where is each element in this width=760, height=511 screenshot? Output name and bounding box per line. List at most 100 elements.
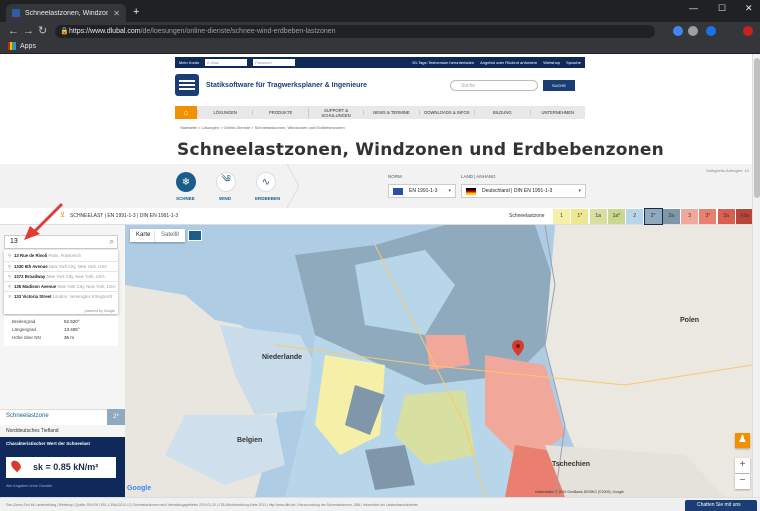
annotation-arrow-icon bbox=[24, 202, 64, 240]
german-flag-icon bbox=[466, 188, 476, 195]
password-field[interactable]: Passwort bbox=[253, 59, 296, 66]
suggestion-item[interactable]: ⚲ 1372 Broadway New York City, New York, … bbox=[4, 271, 118, 281]
zone-chip[interactable]: 2 bbox=[626, 209, 644, 224]
reload-icon[interactable]: ↻ bbox=[38, 24, 47, 38]
site-search-button[interactable]: SUCHE bbox=[543, 80, 575, 91]
menu-item-news[interactable]: NEWS & TERMINE bbox=[363, 110, 418, 115]
minimize-icon[interactable]: — bbox=[689, 3, 698, 13]
map-type-map[interactable]: Karte bbox=[130, 229, 157, 242]
brand-tagline: Statiksoftware für Tragwerksplaner & Ing… bbox=[206, 82, 368, 89]
breadcrumb[interactable]: Startseite > Lösungen > Online-Dienste >… bbox=[180, 125, 345, 130]
zone-chip[interactable]: >3a bbox=[736, 209, 753, 224]
land-label: LAND | ANHANG bbox=[461, 174, 496, 179]
forward-icon[interactable]: → bbox=[23, 24, 34, 38]
earthquake-label: ERDBEBEN bbox=[255, 196, 281, 201]
close-tab-icon[interactable]: ✕ bbox=[113, 9, 120, 18]
language-select[interactable]: Sprache bbox=[566, 60, 581, 65]
place-pin-icon: ⚲ bbox=[8, 253, 12, 258]
chevron-down-icon: ▾ bbox=[448, 188, 451, 194]
trial-link[interactable]: 90-Tage-Testversion herunterladen bbox=[412, 60, 474, 65]
browser-tab[interactable]: Schneelastzonen, Windzonen und ✕ bbox=[6, 4, 126, 22]
zone-chip[interactable]: 1a* bbox=[607, 209, 625, 224]
star-icon[interactable] bbox=[673, 26, 683, 36]
zone-chip[interactable]: 3* bbox=[699, 209, 717, 224]
callback-link[interactable]: Angebot oder Rückruf anfordern bbox=[480, 60, 537, 65]
earthquake-button[interactable]: ∿ bbox=[256, 172, 276, 192]
page-scrollbar[interactable] bbox=[752, 54, 760, 497]
land-select[interactable]: Deutschland | DIN EN 1991-1-3 ▾ bbox=[461, 184, 586, 198]
footer-status-bar: Geo-Zonen-Tool für Lastermittlung | Webs… bbox=[0, 497, 760, 511]
snow-button[interactable]: ❄ bbox=[176, 172, 196, 192]
apps-bookmark[interactable]: Apps bbox=[8, 42, 36, 50]
browser-toolbar: ← → ↻ 🔒 https://www.dlubal.com/de/loesun… bbox=[0, 22, 760, 40]
fullscreen-icon[interactable] bbox=[188, 230, 202, 241]
extension-icon[interactable] bbox=[688, 26, 698, 36]
longitude-label: Längengrad bbox=[12, 327, 37, 332]
zone-chip[interactable]: 2a bbox=[662, 209, 680, 224]
suggestion-item[interactable]: ⚲ 133 Victoria Street London, Vereinigtes… bbox=[4, 291, 118, 301]
norm-select[interactable]: EN 1991-1-3 ▾ bbox=[388, 184, 456, 198]
suggestion-item[interactable]: ⚲ 13 Rue de Rivoli Paris, Frankreich bbox=[4, 251, 118, 261]
site-topbar: Mein Konto E-Mail Passwort 90-Tage-Testv… bbox=[175, 57, 585, 68]
chevron-divider bbox=[286, 164, 300, 208]
powered-by-google: powered by Google bbox=[84, 309, 115, 313]
eu-flag-icon bbox=[393, 188, 403, 195]
search-icon[interactable]: ⌕ bbox=[110, 236, 114, 248]
zoom-in-button[interactable]: + bbox=[735, 458, 750, 473]
zone-chip[interactable]: 1 bbox=[553, 209, 570, 224]
map-svg bbox=[125, 225, 752, 497]
back-icon[interactable]: ← bbox=[8, 24, 19, 38]
menu-item-downloads[interactable]: DOWNLOADS & INFOS bbox=[418, 110, 474, 115]
wind-button[interactable]: ༄ bbox=[216, 172, 236, 192]
zone-chip[interactable]: 1* bbox=[571, 209, 589, 224]
zone-chip[interactable]: 1a bbox=[589, 209, 607, 224]
suggestion-item[interactable]: ⚲ 1330 6th Avenue New York City, New York… bbox=[4, 261, 118, 271]
label-belgien: Belgien bbox=[237, 437, 263, 444]
chat-button[interactable]: Chatten Sie mit uns bbox=[685, 500, 757, 511]
dlubal-logo[interactable] bbox=[175, 74, 199, 96]
menu-item-bildung[interactable]: BILDUNG bbox=[474, 110, 529, 115]
home-icon[interactable]: ⌂ bbox=[175, 106, 197, 119]
land-value: Deutschland | DIN EN 1991-1-3 bbox=[482, 188, 553, 194]
zone-chip[interactable]: 3 bbox=[681, 209, 699, 224]
zoom-out-button[interactable]: − bbox=[735, 474, 750, 489]
menu-item-unternehmen[interactable]: UNTERNEHMEN bbox=[529, 110, 585, 115]
suggestion-item[interactable]: ⚲ 135 Madison Avenue New York City, New Y… bbox=[4, 281, 118, 291]
site-search-input[interactable]: Suche bbox=[450, 80, 538, 91]
new-tab-icon[interactable]: + bbox=[133, 6, 139, 18]
lock-icon: 🔒 bbox=[60, 28, 69, 35]
bookmarks-bar: Apps bbox=[0, 40, 760, 54]
extension-icon-2[interactable] bbox=[706, 26, 716, 36]
address-bar[interactable]: 🔒 https://www.dlubal.com/de/loesungen/on… bbox=[55, 25, 655, 38]
profile-icon[interactable] bbox=[743, 26, 753, 36]
menu-item-support[interactable]: SUPPORT & SCHULUNGEN bbox=[307, 107, 363, 118]
favicon-icon bbox=[12, 9, 20, 17]
menu-item-produkte[interactable]: PRODUKTE bbox=[252, 110, 307, 115]
request-hint: Geltigkeits-Anfragen: 10 bbox=[706, 168, 749, 173]
webshop-link[interactable]: Webshop bbox=[543, 60, 560, 65]
zone-chip[interactable]: 3a bbox=[717, 209, 735, 224]
latitude-label: Breitengrad bbox=[12, 319, 36, 324]
page-title: Schneelastzonen, Windzonen und Erdbebenz… bbox=[177, 140, 664, 160]
maximize-icon[interactable]: ☐ bbox=[718, 3, 726, 14]
close-window-icon[interactable]: ✕ bbox=[745, 3, 753, 14]
zone-chip[interactable]: 2* bbox=[643, 208, 663, 225]
snow-label: SCHNEE bbox=[176, 196, 195, 201]
zone-legend-label: Schneelastzone bbox=[509, 213, 545, 219]
scrollbar-thumb[interactable] bbox=[754, 58, 760, 198]
street-view-icon[interactable]: ♟ bbox=[735, 433, 750, 448]
email-field[interactable]: E-Mail bbox=[205, 59, 248, 66]
disclaimer: Alle Angaben ohne Gewähr bbox=[6, 484, 53, 488]
menu-item-loesungen[interactable]: LÖSUNGEN bbox=[197, 110, 252, 115]
url-path: /de/loesungen/online-dienste/schnee-wind… bbox=[140, 28, 336, 35]
autocomplete-list: ⚲ 13 Rue de Rivoli Paris, Frankreich ⚲ 133… bbox=[4, 250, 118, 314]
map-type-satellite[interactable]: Satellit bbox=[155, 229, 186, 242]
search-value: 13 bbox=[10, 238, 18, 245]
map-canvas[interactable] bbox=[125, 225, 752, 497]
tab-title: Schneelastzonen, Windzonen und bbox=[25, 9, 109, 17]
snow-load-value: sk = 0.85 kN/m² bbox=[33, 462, 99, 472]
my-account-link[interactable]: Mein Konto bbox=[179, 60, 199, 65]
longitude-value: 13.405° bbox=[64, 327, 80, 332]
label-tschechien: Tschechien bbox=[552, 461, 590, 468]
coordinates-box: Breitengrad 52.520° Längengrad 13.405° H… bbox=[4, 316, 118, 346]
